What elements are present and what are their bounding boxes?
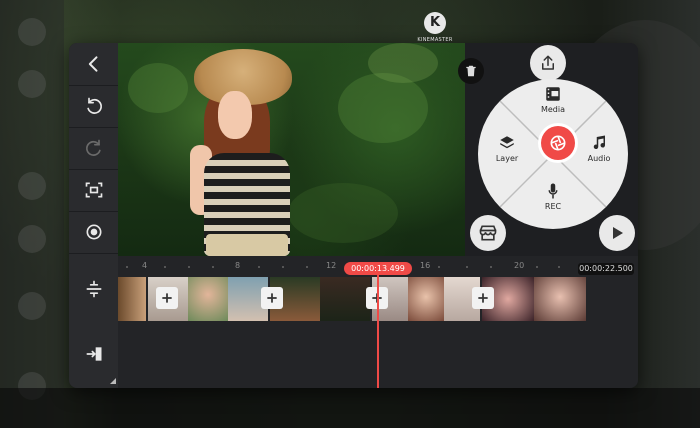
- media-film-icon: [546, 87, 560, 101]
- rec-button[interactable]: REC: [535, 182, 571, 211]
- jump-end-icon: [86, 347, 101, 361]
- plus-icon: [267, 293, 277, 303]
- music-note-icon: [593, 135, 606, 150]
- ghost-icon: [18, 70, 46, 98]
- redo-button[interactable]: [69, 127, 118, 170]
- background-bottom-bar: [0, 388, 700, 428]
- layer-button[interactable]: Layer: [490, 134, 524, 163]
- plus-icon: [478, 293, 488, 303]
- redo-icon: [85, 139, 101, 156]
- asset-store-button[interactable]: [470, 215, 506, 251]
- crop-button[interactable]: [69, 169, 118, 212]
- capture-camera-button[interactable]: [541, 126, 575, 160]
- video-clip[interactable]: [482, 277, 586, 321]
- store-icon: [479, 225, 497, 241]
- ruler-tick: 8: [235, 261, 241, 270]
- undo-button[interactable]: [69, 85, 118, 128]
- video-clip[interactable]: [372, 277, 480, 321]
- ghost-icon: [18, 18, 46, 46]
- video-preview[interactable]: [118, 43, 465, 256]
- jump-to-end-button[interactable]: [69, 333, 118, 375]
- camera-shutter-icon: [550, 135, 566, 151]
- add-transition-button[interactable]: [156, 287, 178, 309]
- preview-subject: [190, 49, 310, 256]
- ruler-tick: 12: [326, 261, 337, 270]
- expand-corner-icon: [110, 378, 116, 384]
- microphone-icon: [548, 183, 558, 199]
- play-button[interactable]: [599, 215, 635, 251]
- ghost-icon: [18, 225, 46, 253]
- ruler-tick: 16: [420, 261, 431, 270]
- plus-icon: [162, 293, 172, 303]
- share-icon: [542, 55, 554, 70]
- play-icon: [613, 227, 623, 239]
- chevron-left-icon: [88, 56, 97, 72]
- crop-frame-icon: [85, 182, 102, 198]
- ghost-icon: [18, 172, 46, 200]
- share-export-button[interactable]: [530, 45, 566, 81]
- video-clip[interactable]: [270, 277, 370, 321]
- playhead-line[interactable]: [377, 274, 379, 388]
- media-button[interactable]: Media: [535, 85, 571, 114]
- add-transition-button[interactable]: [261, 287, 283, 309]
- audio-button[interactable]: Audio: [581, 134, 617, 163]
- duration-badge: 00:00:22.500: [578, 263, 634, 275]
- watermark-text: KINEMASTER: [417, 37, 453, 43]
- ghost-icon: [18, 292, 46, 320]
- kinemaster-logo-icon: K: [424, 12, 446, 34]
- ruler-tick: 4: [142, 261, 148, 270]
- audio-label: Audio: [587, 154, 611, 163]
- add-transition-button[interactable]: [472, 287, 494, 309]
- rec-label: REC: [544, 202, 562, 211]
- capture-button[interactable]: [69, 211, 118, 254]
- layer-label: Layer: [495, 154, 519, 163]
- video-track: [118, 277, 588, 321]
- align-center-icon: [86, 280, 101, 298]
- media-label: Media: [540, 105, 566, 114]
- video-clip[interactable]: [118, 277, 146, 321]
- trash-icon: [466, 65, 476, 77]
- target-icon: [86, 224, 101, 240]
- kinemaster-watermark: K KINEMASTER: [412, 12, 458, 58]
- back-button[interactable]: [69, 43, 118, 86]
- layers-icon: [500, 136, 514, 149]
- split-button[interactable]: [69, 268, 118, 310]
- undo-icon: [86, 97, 102, 114]
- ruler-tick: 20: [514, 261, 525, 270]
- background-rail: [0, 0, 64, 428]
